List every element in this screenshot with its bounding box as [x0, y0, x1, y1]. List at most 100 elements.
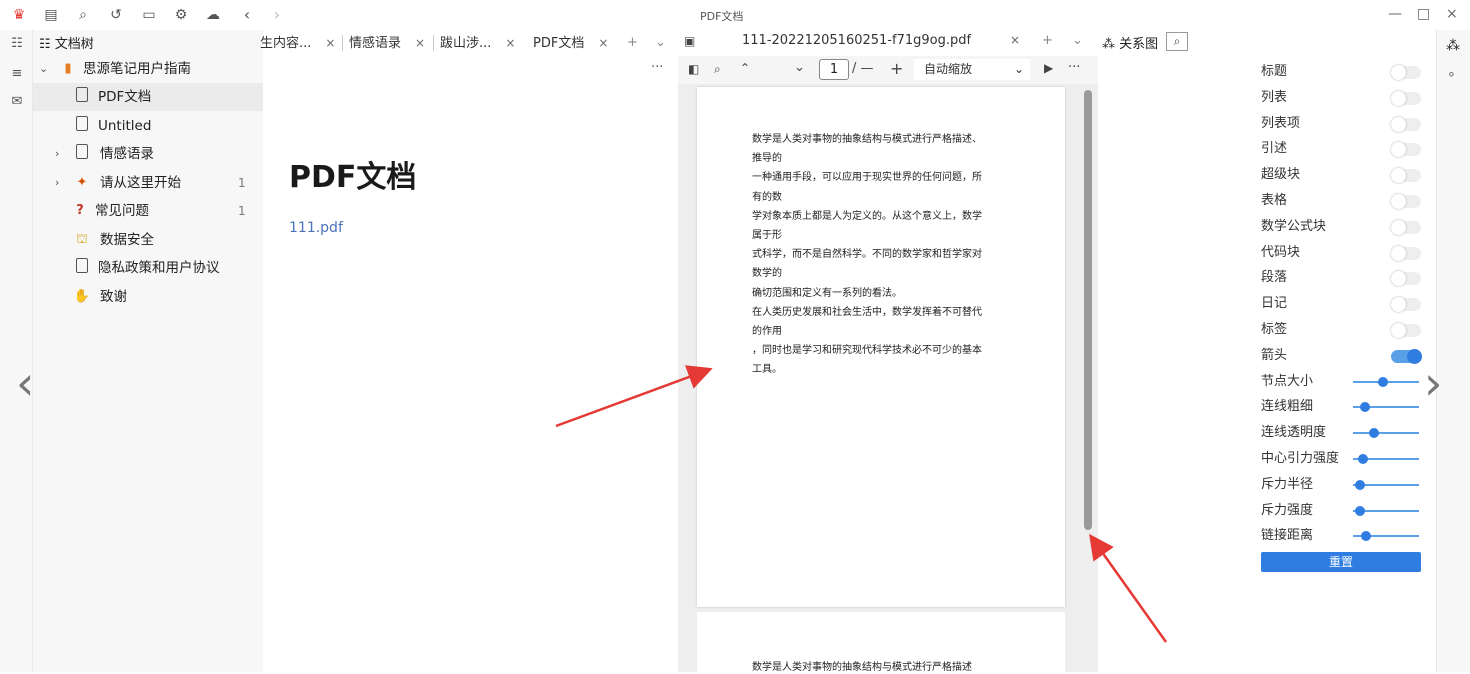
setting-toggle[interactable] [1391, 90, 1421, 106]
crown-icon[interactable]: ♛ [10, 6, 28, 24]
reset-button[interactable]: 重置 [1261, 552, 1421, 572]
slider-knob[interactable] [1369, 428, 1380, 439]
setting-row: 列表 [1261, 85, 1431, 111]
setting-slider[interactable] [1353, 531, 1419, 542]
history-icon[interactable]: ↺ [107, 6, 125, 24]
setting-row: 连线粗细 [1261, 394, 1431, 420]
tab-emotion[interactable]: 情感语录 × [349, 32, 425, 54]
pdf-toolbar: ◧ ⌕ ⌃ ⌄ 1 / — + 自动缩放 ⌄ ▶ ··· [678, 56, 1098, 84]
calendar-icon[interactable]: ▤ [42, 6, 60, 24]
outline-icon[interactable]: ≡ [8, 66, 26, 84]
play-icon[interactable]: ▶ [1044, 61, 1053, 75]
chevron-right-icon[interactable]: › [55, 169, 59, 197]
page-down-icon[interactable]: ⌄ [794, 60, 805, 75]
setting-toggle[interactable] [1391, 194, 1421, 209]
close-button[interactable]: × [1446, 6, 1458, 22]
page-number-input[interactable]: 1 [819, 59, 849, 80]
setting-label: 箭头 [1261, 347, 1288, 363]
tab-close-button[interactable]: × [325, 36, 335, 50]
slider-knob[interactable] [1361, 531, 1372, 542]
setting-toggle[interactable] [1391, 168, 1421, 184]
global-graph-icon[interactable]: ⚬ [1446, 68, 1457, 83]
setting-toggle[interactable] [1391, 245, 1421, 261]
tab-close-button[interactable]: × [415, 36, 425, 50]
setting-slider[interactable] [1353, 402, 1419, 413]
tab-pdf[interactable]: PDF文档 × [533, 32, 608, 54]
slider-knob[interactable] [1354, 479, 1365, 490]
tree-item-privacy[interactable]: 隐私政策和用户协议 [33, 254, 263, 282]
chevron-down-icon[interactable]: ⌄ [39, 55, 48, 83]
pdf-page-2[interactable]: 数学是人类对事物的抽象结构与模式进行严格描述 [697, 612, 1065, 673]
tree-item-pdf[interactable]: PDF文档 [33, 83, 263, 111]
setting-slider[interactable] [1353, 505, 1419, 516]
pdf-page[interactable]: 数学是人类对事物的抽象结构与模式进行严格描述、 推导的 一种通用手段，可以应用于现实… [697, 87, 1065, 607]
tree-item-label: PDF文档 [98, 89, 152, 105]
tree-item-faq[interactable]: ? 常见问题 1 [33, 197, 263, 225]
tree-item-thanks[interactable]: ✋ 致谢 [33, 283, 263, 311]
slider-knob[interactable] [1377, 376, 1388, 387]
forward-icon[interactable]: › [268, 6, 286, 24]
graph-canvas[interactable] [1098, 56, 1245, 672]
more-icon[interactable]: ··· [651, 60, 663, 75]
search-icon[interactable]: ⌕ [74, 6, 92, 24]
tree-item-security[interactable]: ⛫ 数据安全 [33, 226, 263, 254]
settings-icon[interactable]: ⚙ [172, 6, 190, 24]
more-icon[interactable]: ··· [1068, 60, 1080, 75]
next-arrow-icon[interactable]: › [1424, 356, 1442, 410]
pdf-add-tab-button[interactable]: + [1042, 33, 1053, 48]
video-icon[interactable]: ▭ [140, 6, 158, 24]
back-icon[interactable]: ‹ [238, 6, 256, 24]
setting-row: 引述 [1261, 136, 1431, 162]
tab-content[interactable]: 生内容... × [260, 32, 335, 54]
prev-arrow-icon[interactable]: ‹ [16, 356, 34, 410]
zoom-select[interactable]: 自动缩放 ⌄ [914, 59, 1030, 80]
tree-item-untitled[interactable]: Untitled [33, 112, 263, 140]
setting-toggle[interactable] [1391, 142, 1421, 158]
setting-row: 链接距离 [1261, 523, 1431, 549]
setting-slider[interactable] [1353, 376, 1419, 387]
tab-close-button[interactable]: × [598, 36, 608, 50]
slider-knob[interactable] [1354, 505, 1365, 516]
setting-toggle[interactable] [1391, 116, 1421, 132]
setting-toggle[interactable] [1391, 219, 1421, 235]
tree-item-start[interactable]: › ✦ 请从这里开始 1 [33, 169, 263, 197]
slider-knob[interactable] [1357, 454, 1368, 464]
setting-toggle[interactable] [1391, 297, 1421, 313]
inbox-icon[interactable]: ✉ [8, 94, 26, 112]
pdf-tab-close-button[interactable]: × [1010, 33, 1020, 47]
pdf-scrollbar[interactable] [1084, 90, 1092, 530]
setting-toggle[interactable] [1391, 65, 1421, 80]
sidebar-toggle-icon[interactable]: ◧ [688, 62, 699, 76]
tab-more-button[interactable]: ⌄ [655, 32, 666, 54]
setting-slider[interactable] [1353, 454, 1419, 464]
setting-label: 段落 [1261, 270, 1288, 286]
tree-item-notebook[interactable]: ⌄ ▮ 思源笔记用户指南 [33, 55, 263, 83]
tree-item-emotion[interactable]: › 情感语录 [33, 140, 263, 168]
setting-slider[interactable] [1353, 479, 1419, 490]
minimize-button[interactable]: — [1388, 6, 1402, 22]
slider-knob[interactable] [1359, 402, 1370, 413]
cloud-icon[interactable]: ☁ [204, 6, 222, 24]
graph-icon[interactable]: ⁂ [1446, 38, 1460, 54]
setting-toggle[interactable] [1391, 271, 1421, 287]
window-title: PDF文档 [700, 10, 744, 23]
tab-close-button[interactable]: × [505, 36, 515, 50]
add-tab-button[interactable]: + [627, 32, 638, 54]
maximize-button[interactable]: □ [1417, 6, 1430, 22]
ref-count: 1 [238, 204, 246, 218]
chevron-right-icon[interactable]: › [55, 140, 59, 168]
setting-slider[interactable] [1353, 428, 1419, 439]
pdf-tab-more-button[interactable]: ⌄ [1072, 33, 1083, 48]
setting-row: 节点大小 [1261, 369, 1431, 395]
pdf-asset-link[interactable]: 111.pdf [289, 220, 343, 236]
page-up-icon[interactable]: ⌃ [740, 61, 750, 75]
tab-journey[interactable]: 跋山涉... × [440, 32, 515, 54]
page-title[interactable]: PDF文档 [289, 152, 416, 196]
setting-toggle[interactable] [1391, 323, 1421, 338]
zoom-in-button[interactable]: + [890, 59, 903, 78]
search-icon[interactable]: ⌕ [714, 62, 721, 77]
pdf-tab-label[interactable]: 111-20221205160251-f71g9og.pdf [742, 33, 971, 48]
file-tree-icon[interactable]: ☷ [8, 36, 26, 54]
setting-toggle[interactable] [1391, 348, 1422, 364]
graph-search-button[interactable]: ⌕ [1166, 32, 1188, 51]
